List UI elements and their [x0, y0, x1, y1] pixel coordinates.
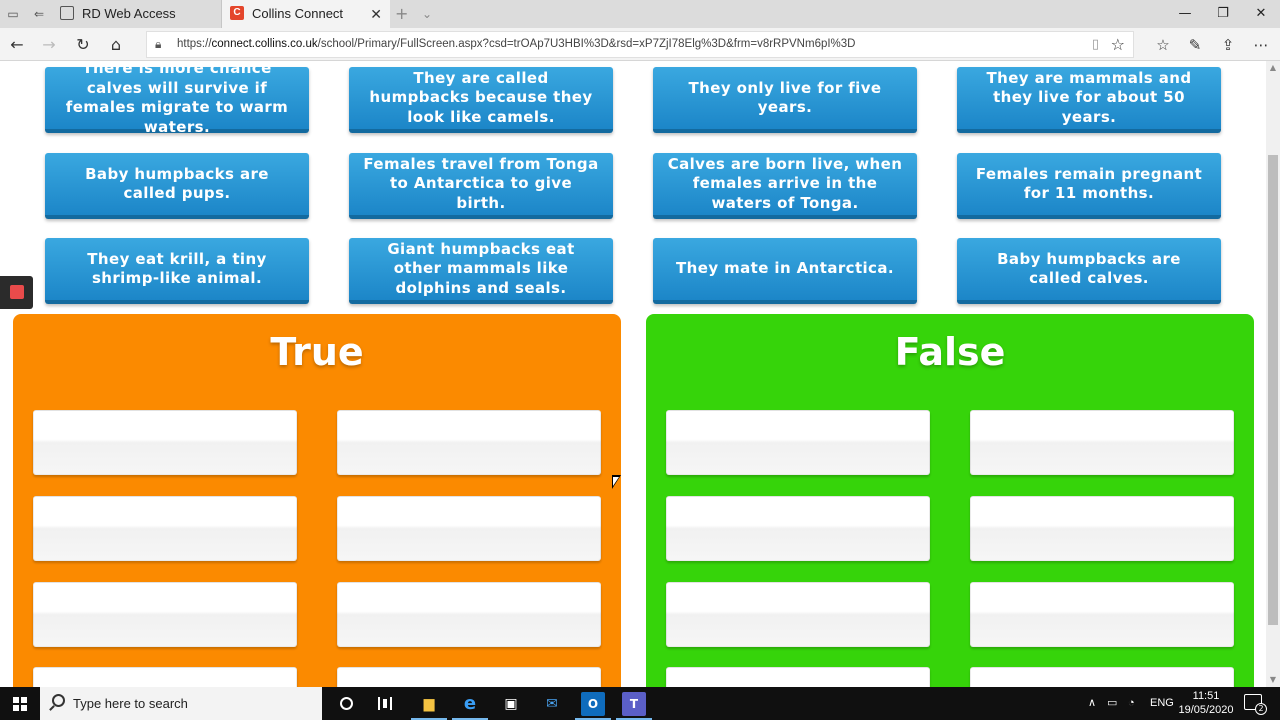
notification-icon[interactable]: 2: [1244, 694, 1267, 715]
drop-slot[interactable]: [666, 667, 930, 687]
notification-count: 2: [1255, 703, 1267, 715]
url-host: connect.collins.co.uk: [211, 38, 318, 50]
true-heading: True: [270, 330, 364, 374]
drop-slot[interactable]: [337, 582, 601, 647]
stop-icon: [10, 285, 24, 299]
clock-date: 19/05/2020: [1178, 704, 1234, 716]
url-field[interactable]: 🔒︎ https://connect.collins.co.uk/school/…: [146, 31, 1134, 58]
statement-card[interactable]: Females travel from Tonga to Antarctica …: [349, 153, 613, 219]
drop-slot[interactable]: [337, 667, 601, 687]
tab-bar: ▭ ⇐ RD Web Access C Collins Connect ✕ + …: [0, 0, 1280, 28]
url-path: /school/Primary/FullScreen.aspx?csd=trOA…: [317, 38, 856, 50]
statement-card[interactable]: They eat krill, a tiny shrimp-like anima…: [45, 238, 309, 304]
lock-icon: 🔒︎: [155, 37, 162, 51]
edge-icon[interactable]: e: [458, 692, 482, 716]
collins-logo-icon: C: [230, 6, 244, 20]
refresh-icon[interactable]: ↻: [72, 34, 94, 56]
home-icon[interactable]: ⌂: [105, 34, 127, 56]
tab-collins-connect[interactable]: C Collins Connect ✕: [222, 0, 390, 28]
true-drop-panel[interactable]: True: [13, 314, 621, 687]
drop-slot[interactable]: [33, 496, 297, 561]
store-icon[interactable]: ▣: [499, 692, 523, 716]
search-icon: [52, 694, 65, 707]
drop-slot[interactable]: [970, 410, 1234, 475]
tab-label: RD Web Access: [82, 6, 176, 21]
false-drop-panel[interactable]: False: [646, 314, 1254, 687]
start-button[interactable]: [0, 687, 40, 720]
tab-rd-web-access[interactable]: RD Web Access: [52, 0, 222, 28]
activity-page: There is more chance calves will survive…: [0, 61, 1266, 687]
windows-logo-icon: [13, 697, 27, 711]
drop-slot[interactable]: [337, 496, 601, 561]
statement-card[interactable]: Baby humpbacks are called calves.: [957, 238, 1221, 304]
language-indicator[interactable]: ENG: [1150, 687, 1174, 720]
tab-manager-icon[interactable]: ▭: [4, 5, 22, 23]
set-aside-tabs-icon[interactable]: ⇐: [30, 5, 48, 23]
close-window-icon[interactable]: ✕: [1242, 0, 1280, 28]
outlook-icon[interactable]: O: [581, 692, 605, 716]
statement-card[interactable]: There is more chance calves will survive…: [45, 61, 309, 136]
drop-slot[interactable]: [33, 667, 297, 687]
statement-card[interactable]: Giant humpbacks eat other mammals like d…: [349, 238, 613, 304]
taskbar: Type here to search ▆ e ▣ ✉ O T ∧ ▭ ◔ EN…: [0, 687, 1280, 720]
statement-card[interactable]: They are mammals and they live for about…: [957, 67, 1221, 133]
page-scrollbar[interactable]: ▲ ▼: [1266, 61, 1280, 687]
scroll-up-icon[interactable]: ▲: [1266, 61, 1280, 75]
forward-icon[interactable]: →: [38, 34, 60, 56]
favorite-star-icon[interactable]: ☆: [1111, 35, 1125, 54]
drop-slot[interactable]: [666, 582, 930, 647]
url-prefix: https://: [177, 38, 212, 50]
scrollbar-thumb[interactable]: [1268, 155, 1278, 625]
teams-icon[interactable]: T: [622, 692, 646, 716]
wifi-icon[interactable]: ◔: [1128, 687, 1135, 720]
more-icon[interactable]: ⋯: [1250, 34, 1272, 56]
search-placeholder: Type here to search: [73, 696, 188, 711]
favorites-icon[interactable]: ☆: [1152, 34, 1174, 56]
chevron-down-icon[interactable]: ⌄: [422, 0, 432, 28]
stop-recording-button[interactable]: [0, 276, 33, 309]
minimize-icon[interactable]: —: [1166, 0, 1204, 28]
window-icon: [60, 6, 74, 20]
drop-slot[interactable]: [33, 582, 297, 647]
chevron-up-icon[interactable]: ∧: [1088, 687, 1096, 720]
battery-icon[interactable]: ▭: [1107, 687, 1117, 720]
cortana-icon[interactable]: [340, 697, 353, 710]
scroll-down-icon[interactable]: ▼: [1266, 673, 1280, 687]
mouse-cursor-icon: [612, 475, 621, 489]
close-tab-icon[interactable]: ✕: [370, 0, 382, 28]
statement-card[interactable]: Calves are born live, when females arriv…: [653, 153, 917, 219]
false-heading: False: [894, 330, 1006, 374]
mail-icon[interactable]: ✉: [540, 692, 564, 716]
drop-slot[interactable]: [33, 410, 297, 475]
drop-slot[interactable]: [666, 496, 930, 561]
statement-card[interactable]: They mate in Antarctica.: [653, 238, 917, 304]
maximize-icon[interactable]: ❐: [1204, 0, 1242, 28]
statement-card[interactable]: They only live for five years.: [653, 67, 917, 133]
drop-slot[interactable]: [337, 410, 601, 475]
new-tab-icon[interactable]: +: [395, 0, 408, 28]
statement-card[interactable]: Females remain pregnant for 11 months.: [957, 153, 1221, 219]
file-explorer-icon[interactable]: ▆: [417, 692, 441, 716]
back-icon[interactable]: ←: [6, 34, 28, 56]
clock[interactable]: 11:51 19/05/2020: [1176, 689, 1236, 717]
statement-card[interactable]: Baby humpbacks are called pups.: [45, 153, 309, 219]
address-bar: ← → ↻ ⌂ 🔒︎ https://connect.collins.co.uk…: [0, 28, 1280, 61]
tab-label: Collins Connect: [252, 6, 344, 21]
taskbar-search[interactable]: Type here to search: [40, 687, 322, 720]
drop-slot[interactable]: [970, 582, 1234, 647]
clock-time: 11:51: [1192, 690, 1220, 702]
url-text[interactable]: https://connect.collins.co.uk/school/Pri…: [177, 32, 855, 57]
share-icon[interactable]: ⇪: [1217, 34, 1239, 56]
drop-slot[interactable]: [970, 667, 1234, 687]
task-view-icon[interactable]: [378, 697, 392, 710]
drop-slot[interactable]: [666, 410, 930, 475]
reading-view-icon[interactable]: ▯: [1092, 37, 1099, 52]
pen-icon[interactable]: ✎: [1184, 34, 1206, 56]
drop-slot[interactable]: [970, 496, 1234, 561]
statement-card[interactable]: They are called humpbacks because they l…: [349, 67, 613, 133]
